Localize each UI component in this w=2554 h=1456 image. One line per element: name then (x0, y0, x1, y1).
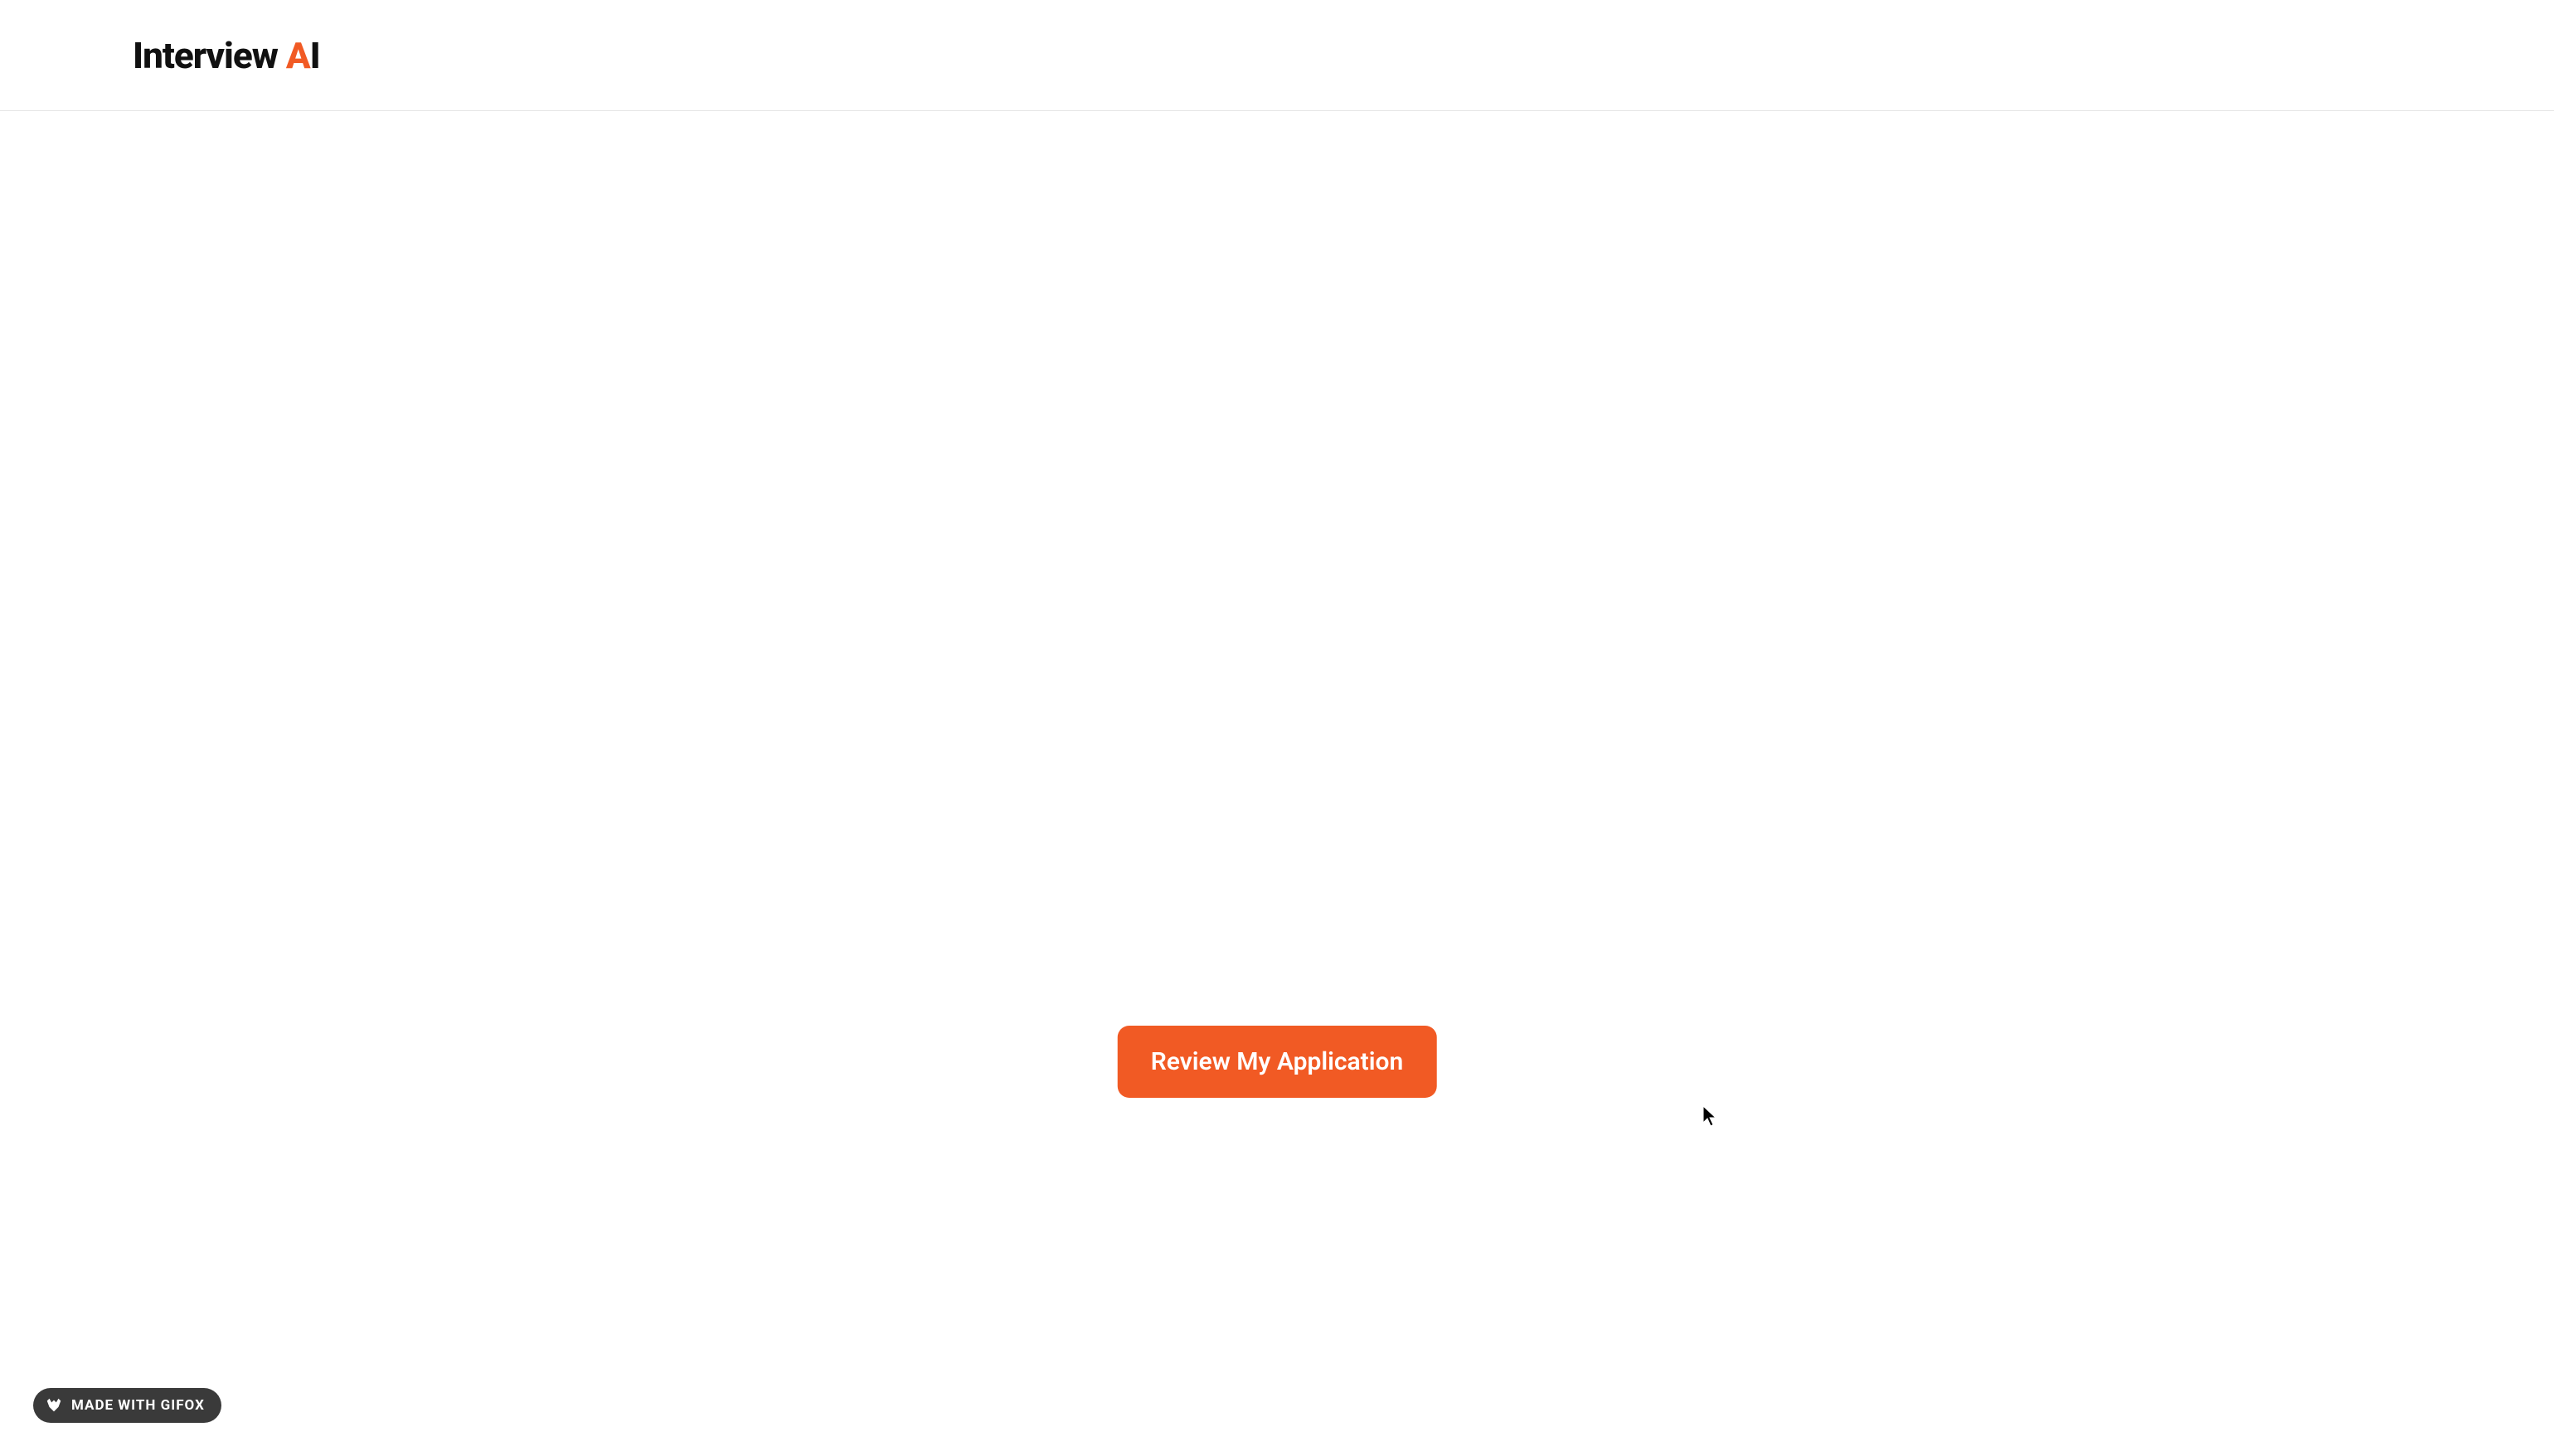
logo: Interview A I (133, 34, 320, 77)
watermark-text: MADE WITH GIFOX (71, 1397, 205, 1414)
logo-text-part1: Interview (133, 34, 278, 77)
main-content: Review My Application (0, 111, 2554, 1456)
logo-text-part2: A (286, 34, 310, 77)
review-application-button[interactable]: Review My Application (1118, 1026, 1437, 1098)
logo-text-part3: I (310, 34, 320, 77)
watermark-badge: MADE WITH GIFOX (33, 1388, 221, 1423)
gifox-icon (45, 1396, 63, 1415)
cursor-icon (1702, 1104, 1718, 1128)
header: Interview A I (0, 0, 2554, 111)
